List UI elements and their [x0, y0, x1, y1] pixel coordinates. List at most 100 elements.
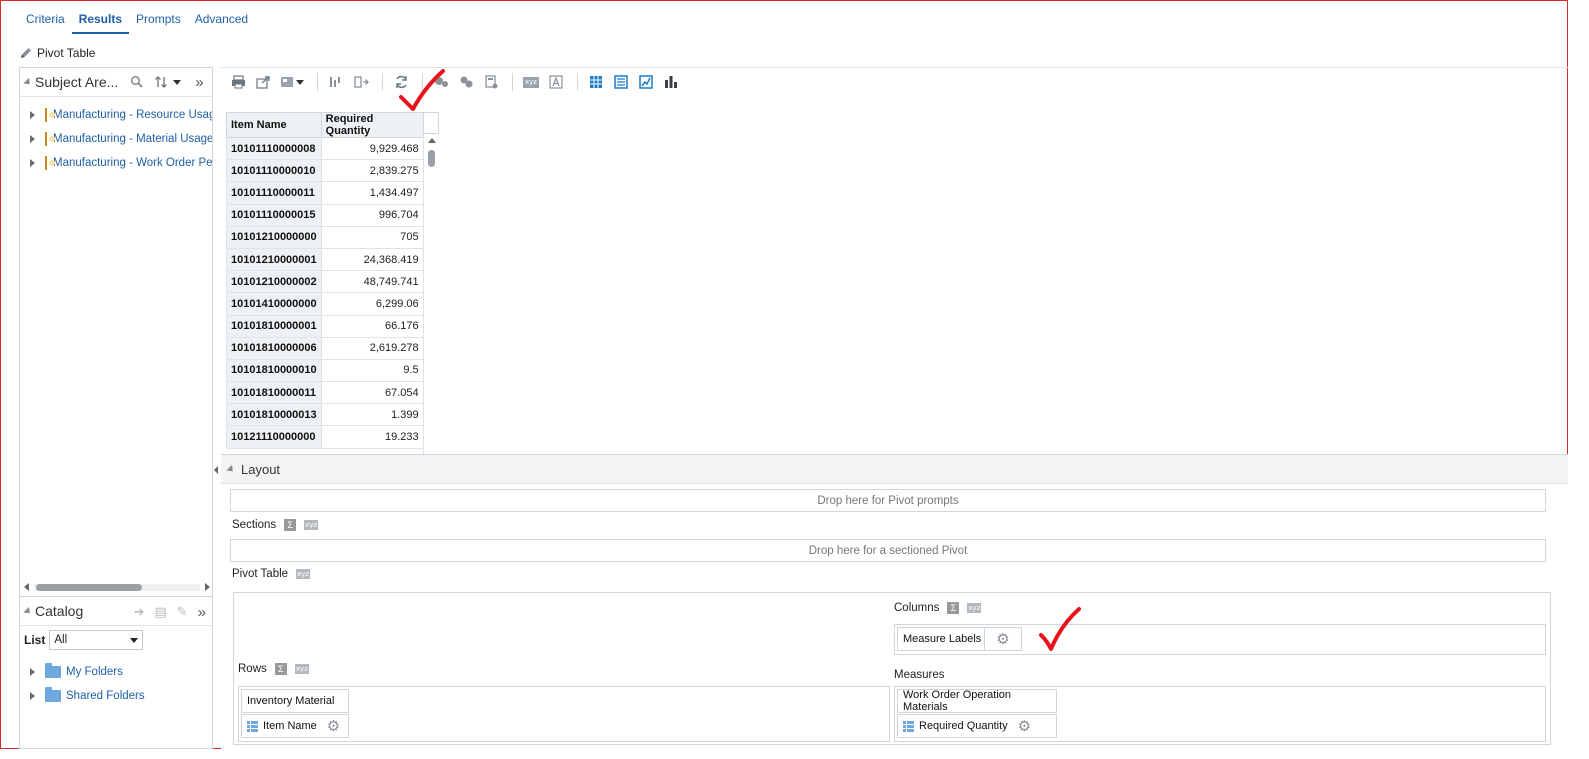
item-name-cell[interactable]: 10101210000000 [226, 225, 322, 249]
tab-results[interactable]: Results [71, 9, 130, 34]
collapse-triangle-icon[interactable] [23, 77, 33, 87]
scroll-thumb[interactable] [428, 150, 435, 167]
column-header-item-name[interactable]: Item Name [226, 112, 322, 138]
expand-arrow-icon[interactable] [30, 111, 35, 119]
column-properties-icon[interactable] [350, 71, 372, 93]
catalog-folder-item[interactable]: My Folders [20, 660, 210, 684]
horizontal-scrollbar[interactable] [24, 581, 210, 593]
pencil-icon[interactable] [19, 46, 33, 60]
print-icon[interactable] [227, 71, 249, 93]
catalog-folder-item[interactable]: Shared Folders [20, 684, 210, 708]
gear-icon[interactable]: ⚙ [1018, 717, 1031, 735]
text-format-icon[interactable] [545, 71, 567, 93]
table-view-icon[interactable] [585, 71, 607, 93]
chevron-down-icon[interactable] [130, 637, 139, 643]
expand-arrow-icon[interactable] [30, 668, 35, 676]
properties-icon[interactable]: ▤ [154, 604, 166, 621]
expand-arrow-icon[interactable] [30, 692, 35, 700]
list-label: List [24, 633, 46, 647]
catalog-folder-label[interactable]: Shared Folders [66, 690, 145, 702]
search-icon[interactable] [130, 75, 144, 89]
pencil-icon[interactable]: ✎ [177, 604, 188, 621]
chevron-down-icon[interactable] [173, 79, 182, 85]
sigma-icon[interactable]: Σ [284, 519, 297, 531]
chart-graph-icon[interactable] [635, 71, 657, 93]
collapse-triangle-icon[interactable] [23, 606, 33, 616]
sigma-icon[interactable]: Σ [947, 602, 960, 614]
toolbar-separator [382, 73, 383, 91]
scroll-left-icon[interactable] [24, 583, 29, 591]
bar-chart-icon[interactable] [660, 71, 682, 93]
xyz-labels-icon[interactable]: xyz [520, 71, 542, 93]
item-name-cell[interactable]: 10121110000000 [226, 425, 322, 449]
folder-icon [45, 687, 61, 702]
measures-folder-chip[interactable]: Work Order Operation Materials [897, 689, 1057, 713]
required-quantity-chip[interactable]: Required Quantity ⚙ [897, 714, 1057, 738]
item-name-chip[interactable]: Item Name ⚙ [241, 714, 349, 738]
toolbar-separator [577, 73, 578, 91]
item-name-cell[interactable]: 10101410000000 [226, 292, 322, 316]
subject-area-label[interactable]: Manufacturing - Resource Usag [53, 109, 212, 121]
catalog-header: Catalog ➜ ▤ ✎ » [20, 596, 212, 626]
item-name-cell[interactable]: 10101210000001 [226, 247, 322, 272]
item-name-cell[interactable]: 10101810000001 [226, 314, 322, 338]
narrative-view-icon[interactable] [610, 71, 632, 93]
list-select[interactable]: All [49, 630, 144, 650]
required-quantity-cell: 705 [320, 225, 424, 249]
gear-icon[interactable]: ⚙ [327, 717, 340, 735]
required-quantity-cell: 9,929.468 [320, 136, 424, 161]
xyz-icon[interactable]: xyz [967, 603, 982, 613]
item-name-cell[interactable]: 10101810000011 [226, 381, 322, 405]
tab-criteria[interactable]: Criteria [19, 9, 72, 34]
scroll-right-icon[interactable] [205, 583, 210, 591]
toolbar-separator [512, 73, 513, 91]
subject-area-item[interactable]: Manufacturing - Work Order Pe [20, 151, 212, 175]
measure-labels-chip[interactable]: Measure Labels [897, 627, 988, 651]
view-title-label: Pivot Table [37, 46, 96, 60]
scroll-thumb[interactable] [36, 584, 142, 591]
item-name-cell[interactable]: 10101210000002 [226, 270, 322, 294]
item-name-cell[interactable]: 10101110000008 [226, 136, 322, 161]
subject-area-item[interactable]: Manufacturing - Resource Usag [20, 103, 212, 127]
item-name-cell[interactable]: 10101810000006 [226, 336, 322, 360]
expand-arrow-icon[interactable] [30, 135, 35, 143]
subject-area-label[interactable]: Manufacturing - Material Usage [53, 133, 212, 145]
format-icon[interactable] [277, 71, 307, 93]
panel-splitter-handle[interactable] [213, 463, 221, 477]
scroll-up-icon[interactable] [428, 138, 436, 143]
item-name-cell[interactable]: 10101110000015 [226, 203, 322, 227]
expand-panel-icon[interactable]: » [195, 74, 203, 91]
tab-prompts[interactable]: Prompts [129, 9, 188, 34]
item-name-cell[interactable]: 10101110000010 [226, 159, 322, 183]
layout-header[interactable]: Layout [221, 455, 1568, 484]
expand-arrow-icon[interactable] [30, 159, 35, 167]
columns-label: Columns Σ xyz [894, 602, 982, 614]
calculator-icon[interactable] [480, 71, 502, 93]
arrow-right-icon[interactable]: ➜ [134, 604, 145, 621]
item-name-cell[interactable]: 10101110000011 [226, 181, 322, 205]
sections-dropzone[interactable]: Drop here for a sectioned Pivot [230, 539, 1546, 562]
subject-area-label[interactable]: Manufacturing - Work Order Pe [53, 157, 212, 169]
tab-advanced[interactable]: Advanced [188, 9, 255, 34]
export-icon[interactable] [252, 71, 274, 93]
pivot-prompts-dropzone[interactable]: Drop here for Pivot prompts [230, 489, 1546, 512]
xyz-icon[interactable]: xyz [304, 520, 319, 530]
required-quantity-cell: 48,749.741 [320, 270, 424, 294]
new-group-icon[interactable] [455, 71, 477, 93]
sort-icon[interactable] [154, 75, 170, 89]
sigma-icon[interactable]: Σ [274, 663, 287, 675]
catalog-folder-label[interactable]: My Folders [66, 666, 123, 678]
item-name-cell[interactable]: 10101810000010 [226, 358, 322, 383]
drill-icon[interactable] [325, 71, 347, 93]
chevron-down-icon[interactable] [296, 79, 304, 85]
gear-icon[interactable]: ⚙ [984, 627, 1022, 651]
subject-area-item[interactable]: Manufacturing - Material Usage [20, 127, 212, 151]
rows-folder-chip[interactable]: Inventory Material [241, 689, 349, 713]
xyz-icon[interactable]: xyz [294, 664, 309, 674]
expand-panel-icon[interactable]: » [198, 604, 206, 621]
column-header-required-quantity[interactable]: Required Quantity [320, 112, 424, 138]
item-name-cell[interactable]: 10101810000013 [226, 403, 322, 427]
collapse-triangle-icon[interactable] [226, 464, 236, 474]
vertical-scrollbar[interactable] [423, 134, 439, 454]
xyz-icon[interactable]: xyz [296, 569, 311, 579]
